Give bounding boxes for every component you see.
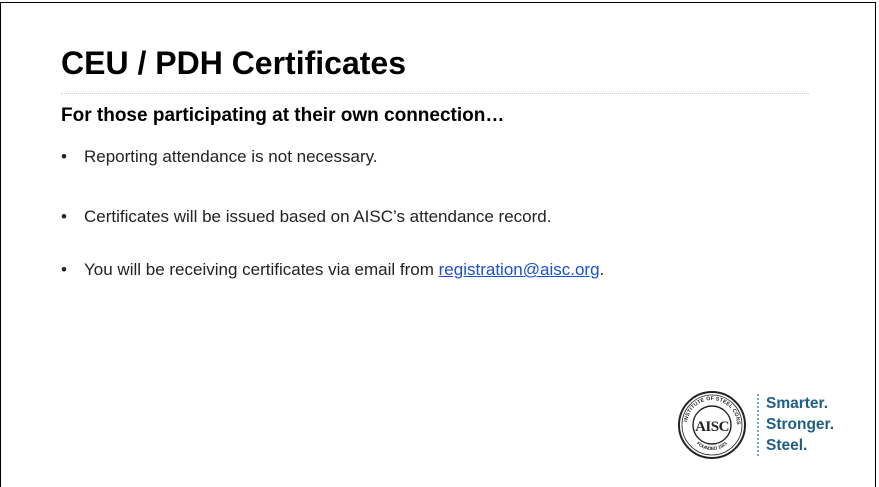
bullet-dot: • — [61, 147, 67, 166]
bullet-item: • Certificates will be issued based on AI… — [61, 206, 551, 228]
registration-email-link[interactable]: registration@aisc.org — [439, 260, 600, 279]
bullet-text: Certificates will be issued based on AIS… — [84, 207, 552, 226]
bullet-dot: • — [61, 260, 67, 279]
bullet-text: You will be receiving certificates via e… — [84, 260, 439, 279]
logo-tagline: Smarter. Stronger. Steel. — [766, 393, 834, 456]
logo-divider — [757, 394, 759, 456]
tagline-line: Smarter. — [766, 395, 829, 412]
slide-title: CEU / PDH Certificates — [61, 45, 406, 81]
bullet-text: Reporting attendance is not necessary. — [84, 147, 378, 166]
title-divider — [61, 93, 809, 94]
aisc-logo: AMERICAN INSTITUTE OF STEEL CONSTRUCTION… — [677, 390, 847, 460]
bullet-item: • Reporting attendance is not necessary. — [61, 146, 378, 168]
tagline-line: Stronger. — [766, 416, 835, 433]
tagline-line: Steel. — [766, 437, 808, 454]
bullet-dot: • — [61, 207, 67, 226]
aisc-seal-icon: AMERICAN INSTITUTE OF STEEL CONSTRUCTION… — [677, 390, 746, 459]
slide-subtitle: For those participating at their own con… — [61, 105, 505, 126]
bullet-text-end: . — [599, 260, 605, 279]
seal-letters: AISC — [695, 419, 729, 435]
bullet-item: • You will be receiving certificates via … — [61, 259, 604, 281]
